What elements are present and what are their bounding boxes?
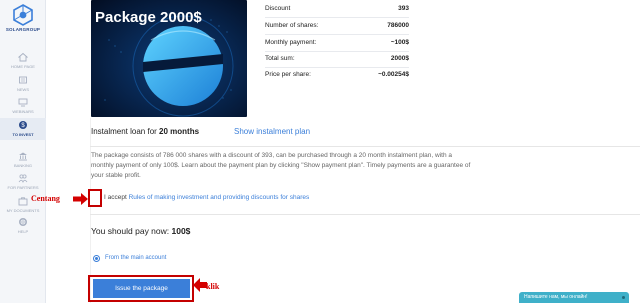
- stat-row-total: Total sum: 2000$: [265, 55, 409, 65]
- stat-row-discount: Discount 393: [265, 5, 409, 15]
- sidebar-item-label: HOME PAGE: [11, 64, 35, 69]
- accept-prefix: I accept: [104, 194, 129, 201]
- stat-label: Number of shares:: [265, 22, 319, 29]
- stat-value: 2000$: [390, 55, 409, 62]
- stat-row-monthly: Monthly payment: ~100$: [265, 39, 409, 49]
- stat-label: Total sum:: [265, 55, 295, 62]
- stat-value: 786000: [387, 22, 409, 29]
- stat-label: Monthly payment:: [265, 39, 317, 46]
- stat-divider: [265, 34, 409, 35]
- instalment-months: 20 months: [159, 127, 200, 136]
- invest-icon: $: [19, 121, 27, 129]
- sidebar-item-label: BANKING: [13, 163, 32, 168]
- sidebar-item-partners[interactable]: FOR PARTNERS: [0, 173, 46, 190]
- sidebar-item-label: WEBINARS: [12, 109, 34, 114]
- sidebar-item-invest[interactable]: $ TO INVEST: [0, 118, 46, 140]
- news-icon: [19, 76, 27, 84]
- stat-label: Discount: [265, 5, 291, 12]
- issue-package-button[interactable]: Issue the package: [93, 279, 190, 298]
- instalment-prefix: Instalment loan for: [91, 127, 160, 136]
- solar-logo-icon: [13, 4, 33, 26]
- help-icon: [18, 217, 28, 227]
- section-divider: [90, 214, 640, 215]
- sidebar-item-webinars[interactable]: WEBINARS: [0, 97, 46, 114]
- main-account-radio-label[interactable]: From the main account: [105, 255, 166, 261]
- accept-rules-text: I accept Rules of making investment and …: [104, 194, 309, 201]
- package-title: Package 2000$: [95, 9, 202, 26]
- main-account-radio[interactable]: [93, 255, 100, 262]
- show-instalment-plan-link[interactable]: Show instalment plan: [234, 127, 310, 136]
- bank-icon: [19, 152, 27, 161]
- annotation-klik: klik: [206, 282, 220, 291]
- sidebar-item-label: TO INVEST: [12, 132, 34, 137]
- stat-value: 393: [398, 5, 409, 12]
- documents-icon: [18, 197, 28, 206]
- partners-icon: [18, 174, 28, 183]
- package-description: The package consists of 786 000 shares w…: [91, 152, 471, 179]
- chat-widget[interactable]: Напишите нам, мы онлайн!: [519, 292, 629, 303]
- arrow-right-icon: [73, 193, 88, 205]
- accept-rules-checkbox[interactable]: [88, 189, 102, 207]
- pay-now-prefix: You should pay now:: [91, 226, 172, 236]
- stat-row-price: Price per share: ~0.00254$: [265, 71, 409, 81]
- stat-divider: [265, 67, 409, 68]
- sidebar: SOLARGROUP HOME PAGE NEWS WEBINARS $ TO …: [0, 0, 46, 303]
- pay-now-amount: 100$: [171, 226, 191, 236]
- home-icon: [18, 52, 28, 62]
- arrow-left-icon: [193, 278, 207, 292]
- package-banner: Package 2000$: [91, 0, 247, 117]
- sidebar-item-news[interactable]: NEWS: [0, 75, 46, 92]
- stat-value: ~0.00254$: [378, 71, 409, 78]
- stat-row-shares: Number of shares: 786000: [265, 22, 409, 32]
- sidebar-item-label: FOR PARTNERS: [7, 185, 39, 190]
- logo-text: SOLARGROUP: [5, 27, 41, 32]
- stat-divider: [265, 51, 409, 52]
- rules-link[interactable]: Rules of making investment and providing…: [129, 194, 310, 201]
- logo[interactable]: SOLARGROUP: [0, 4, 46, 32]
- instalment-heading: Instalment loan for 20 months: [91, 127, 199, 136]
- webinar-icon: [18, 98, 28, 107]
- section-divider: [90, 146, 640, 147]
- sidebar-item-label: MY DOCUMENTS: [6, 208, 40, 213]
- sidebar-item-help[interactable]: HELP: [0, 217, 46, 234]
- sidebar-item-label: HELP: [17, 229, 29, 234]
- stat-value: ~100$: [390, 39, 409, 46]
- sidebar-item-home[interactable]: HOME PAGE: [0, 52, 46, 69]
- sidebar-item-banking[interactable]: BANKING: [0, 151, 46, 168]
- stat-divider: [265, 17, 409, 18]
- annotation-centang: Centang: [31, 194, 60, 203]
- sidebar-item-label: NEWS: [17, 87, 29, 92]
- chat-widget-label: Напишите нам, мы онлайн!: [524, 294, 588, 300]
- stat-label: Price per share:: [265, 71, 311, 78]
- chat-status-icon: [622, 296, 625, 299]
- pay-now-text: You should pay now: 100$: [91, 226, 190, 236]
